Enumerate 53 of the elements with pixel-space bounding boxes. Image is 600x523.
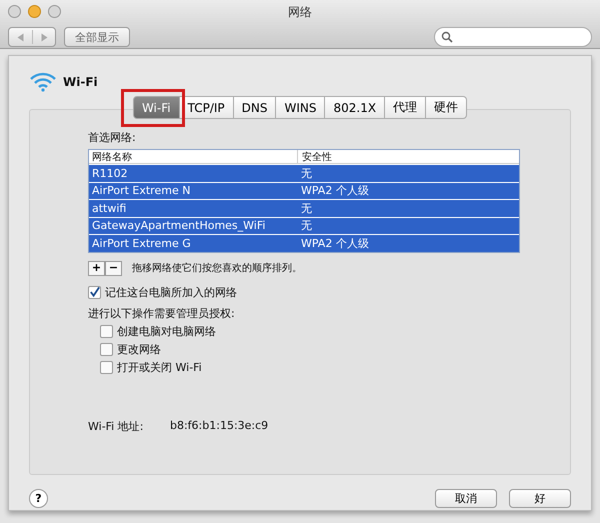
checkbox[interactable] [100,324,113,338]
tab[interactable]: Wi-Fi [132,96,180,119]
table-cell-text: 无 [300,218,312,234]
minimize-button[interactable] [28,5,41,18]
address-value: b8:f6:b1:15:3e:c9 [170,418,268,434]
section-label: 进行以下操作需要管理员授权: [88,306,236,320]
table-cell-text: WPA2 个人级 [300,183,369,198]
address-label: Wi-Fi 地址: [88,418,144,434]
network-row[interactable]: AirPort Extreme G WPA2 个人级 [89,234,519,252]
search-icon [441,31,453,43]
help-button[interactable]: ? [29,489,48,508]
caret-left-icon [16,32,24,42]
checkbox-label: 更改网络 [117,342,161,356]
section-label: 首选网络: [88,130,137,145]
search-field[interactable] [434,27,592,47]
checkbox-label: 记住这台电脑所加入的网络 [105,284,237,300]
network-row[interactable]: AirPort Extreme N WPA2 个人级 [89,182,519,199]
table-cell-text: WPA2 个人级 [300,236,369,251]
tab[interactable]: DNS [234,96,276,119]
tab[interactable]: WINS [276,96,326,119]
checkbox[interactable] [88,286,101,298]
tab[interactable]: 代理 [385,96,426,119]
window-title: 网络 [288,4,312,21]
service-name: Wi-Fi [63,75,98,89]
table-cell-text: attwifi [91,202,128,215]
table-cell-text: 无 [300,166,312,181]
hint-text: 拖移网络使它们按您喜欢的顺序排列。 [132,262,302,275]
wifi-icon [29,72,57,92]
table-cell-text: AirPort Extreme N [91,184,192,198]
close-button[interactable] [8,5,21,18]
checkbox[interactable] [100,342,113,356]
table-cell-text: AirPort Extreme G [91,236,192,250]
tab[interactable]: 802.1X [325,96,386,119]
caret-right-icon [40,32,48,42]
checkbox-label: 打开或关闭 Wi-Fi [117,360,202,374]
table-cell-text: GatewayApartmentHomes_WiFi [91,219,266,232]
remove-button[interactable]: − [105,260,122,276]
zoom-button[interactable] [48,5,61,18]
show-all-button[interactable]: 全部显示 [64,27,130,47]
network-row[interactable]: R1102 无 [89,164,519,182]
dialog-button[interactable]: 取消 [435,489,497,508]
checkbox[interactable] [100,360,113,374]
tab[interactable]: 硬件 [426,96,468,119]
network-row[interactable]: GatewayApartmentHomes_WiFi 无 [89,216,519,234]
checkbox-label: 创建电脑对电脑网络 [117,324,216,338]
tab[interactable]: TCP/IP [180,96,234,119]
table-cell-text: R1102 [91,166,129,180]
add-button[interactable]: + [88,260,105,276]
column-header[interactable]: 网络名称 [89,150,297,164]
network-row[interactable]: attwifi 无 [89,199,519,216]
dialog-button[interactable]: 好 [509,489,571,508]
back-forward-control[interactable] [8,27,56,47]
table-cell-text: 无 [300,200,312,216]
